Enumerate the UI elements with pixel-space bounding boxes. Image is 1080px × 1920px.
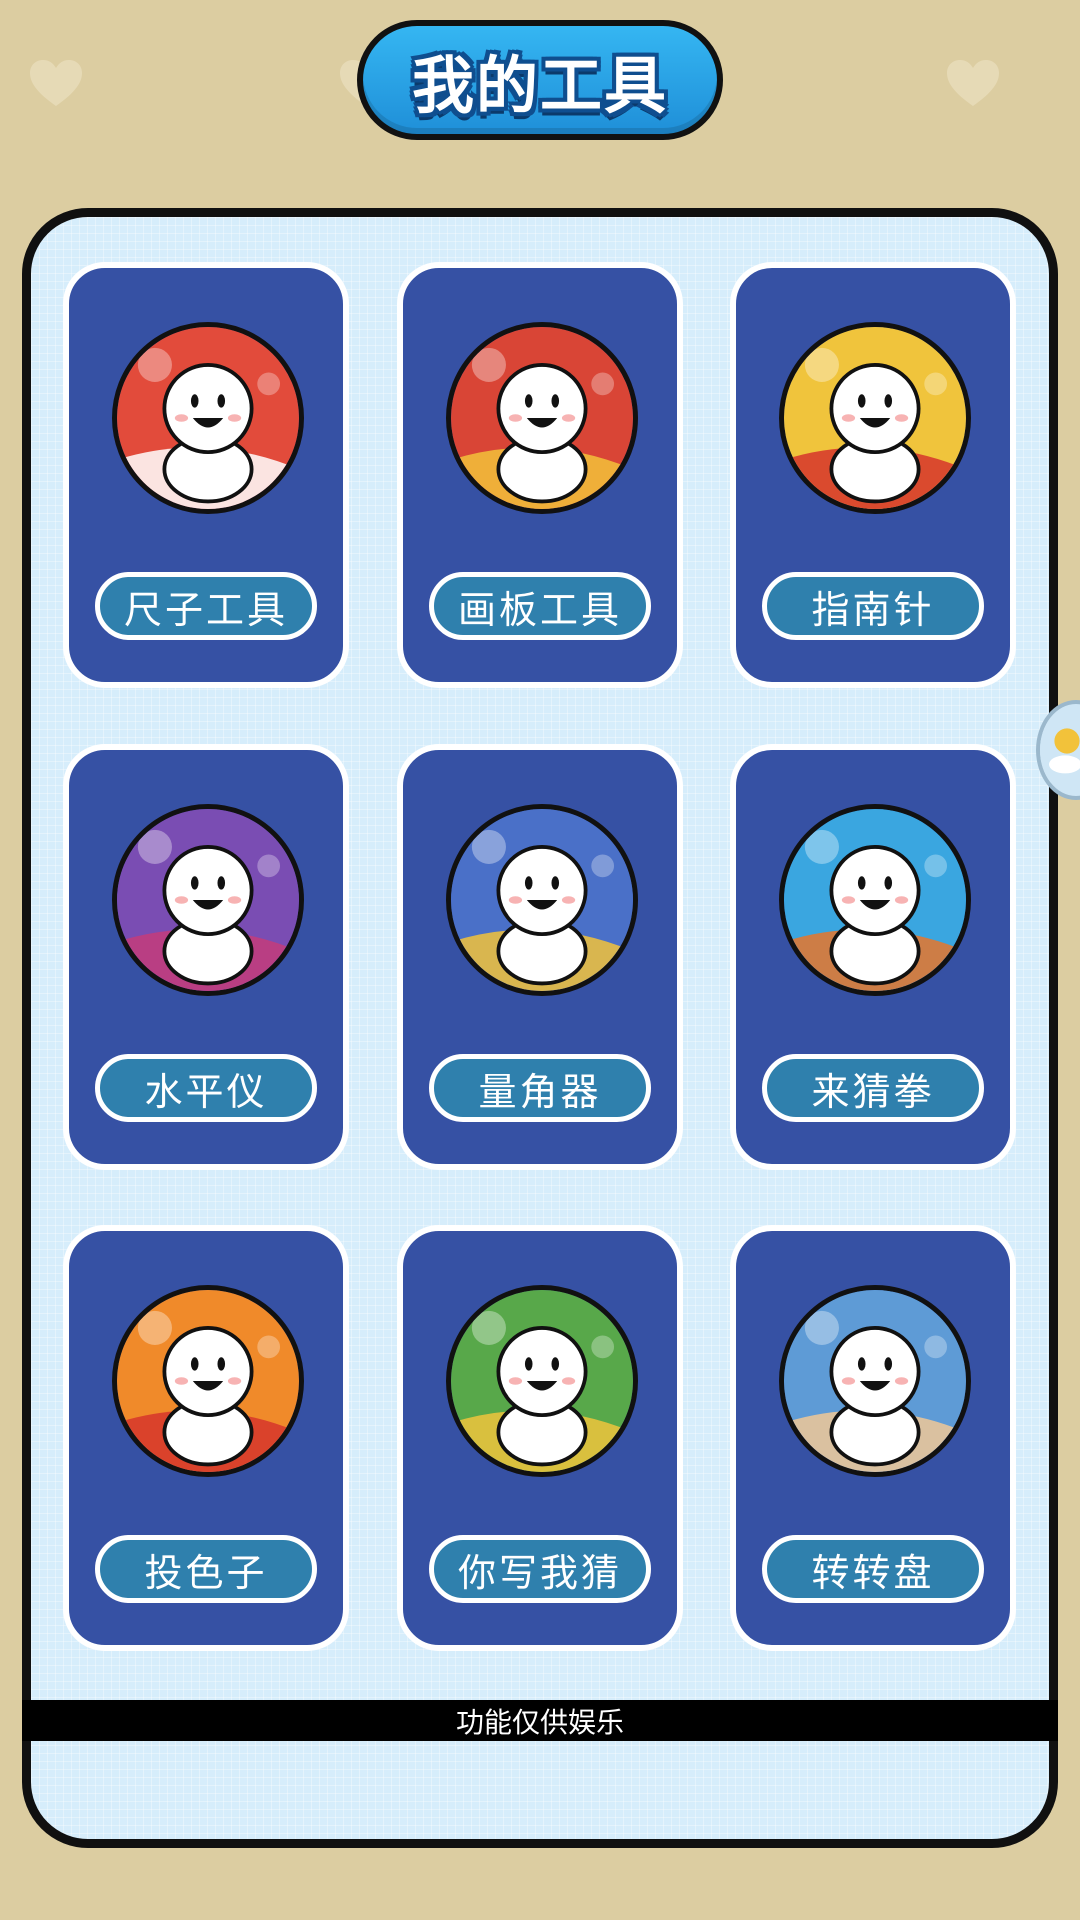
avatar-dice-icon [112,1285,304,1477]
avatar-protractor-icon [446,804,638,996]
tool-label: 画板工具 [429,572,651,640]
tool-label: 转转盘 [762,1535,984,1603]
tool-label: 来猜拳 [762,1054,984,1122]
tool-card-protractor[interactable]: 量角器 [397,744,683,1170]
heart-decoration-icon [28,58,84,108]
tool-label: 尺子工具 [95,572,317,640]
tool-card-rock-paper-scissors[interactable]: 来猜拳 [730,744,1016,1170]
tool-label: 指南针 [762,572,984,640]
tool-card-dice[interactable]: 投色子 [63,1225,349,1651]
tools-panel: 尺子工具 画板工具 指南针 水平仪 量角器 来猜拳 投色子 你写我猜 转转盘 [22,208,1058,1848]
avatar-ruler-icon [112,322,304,514]
tool-label: 投色子 [95,1535,317,1603]
tool-label: 量角器 [429,1054,651,1122]
tool-label: 你写我猜 [429,1535,651,1603]
tool-card-ruler[interactable]: 尺子工具 [63,262,349,688]
avatar-spin-wheel-icon [779,1285,971,1477]
tool-card-drawing-board[interactable]: 画板工具 [397,262,683,688]
tool-card-spin-wheel[interactable]: 转转盘 [730,1225,1016,1651]
avatar-level-icon [112,804,304,996]
avatar-drawing-board-icon [446,322,638,514]
tool-card-draw-guess[interactable]: 你写我猜 [397,1225,683,1651]
avatar-draw-guess-icon [446,1285,638,1477]
tool-card-compass[interactable]: 指南针 [730,262,1016,688]
avatar-compass-icon [779,322,971,514]
page-title: 我的工具 [411,49,668,122]
page-title-banner: 我的工具 [357,20,723,140]
avatar-rock-paper-scissors-icon [779,804,971,996]
heart-decoration-icon [945,58,1001,108]
tool-label: 水平仪 [95,1054,317,1122]
tool-card-level[interactable]: 水平仪 [63,744,349,1170]
entertainment-notice: 功能仅供娱乐 [22,1700,1058,1741]
